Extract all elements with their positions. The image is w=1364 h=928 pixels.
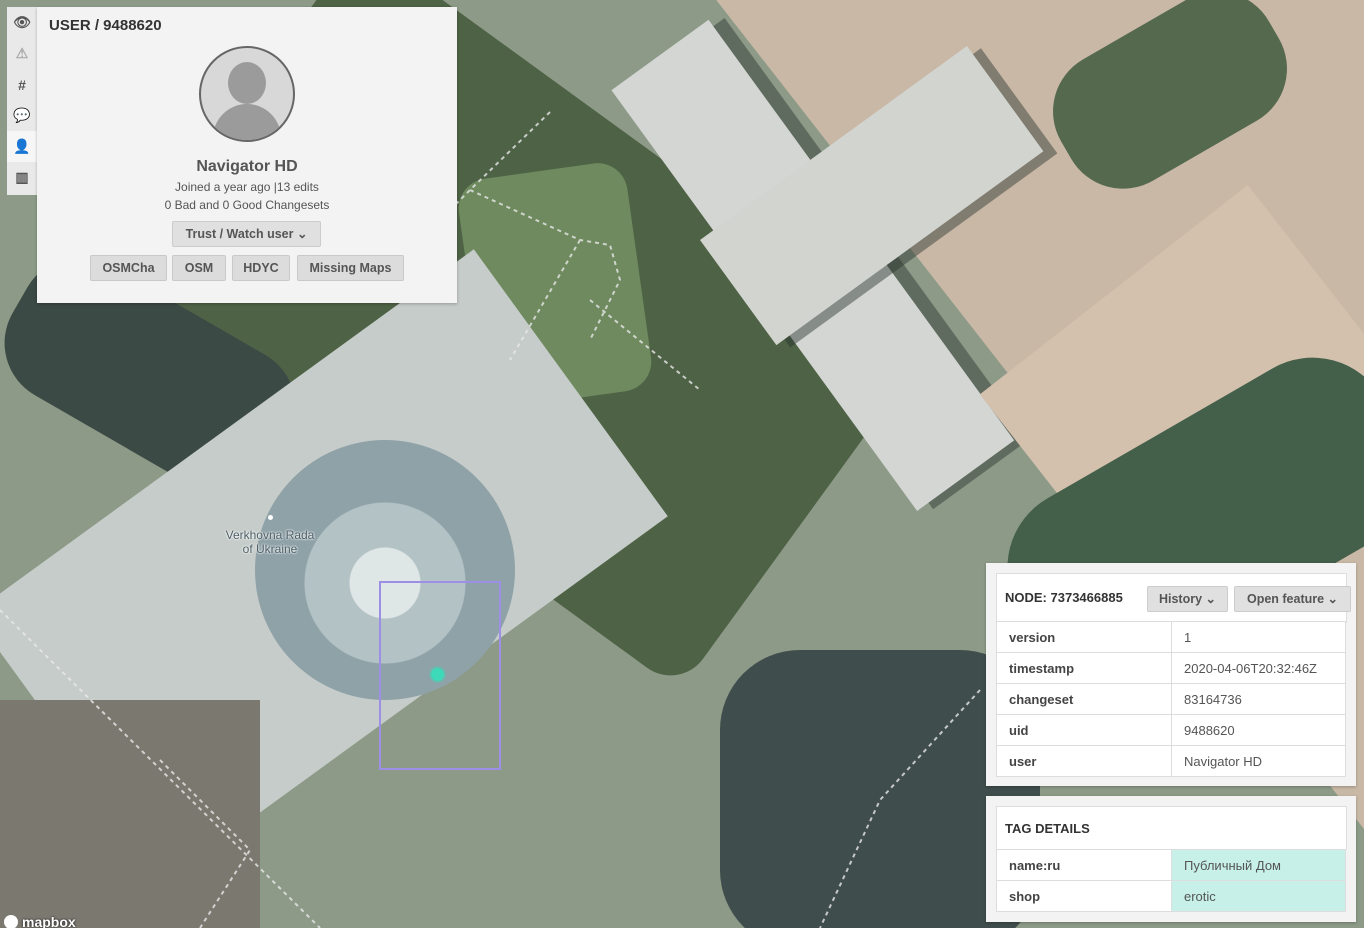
place-marker[interactable] [268, 515, 273, 520]
selected-node-marker[interactable] [431, 668, 444, 681]
tag-details-panel: TAG DETAILS name:ru Публичный Дом shop e… [986, 796, 1356, 922]
table-row: name:ru Публичный Дом [996, 849, 1346, 881]
table-row: shop erotic [996, 880, 1346, 912]
warning-icon[interactable]: ⚠ [7, 38, 37, 69]
user-icon[interactable]: 👤 [7, 131, 37, 162]
table-row: version 1 [996, 621, 1346, 653]
node-metadata-table: version 1 timestamp 2020-04-06T20:32:46Z… [996, 621, 1346, 777]
comment-icon[interactable]: 💬 [7, 100, 37, 131]
tag-details-title: TAG DETAILS [1005, 821, 1090, 836]
tag-value: erotic [1171, 880, 1346, 912]
node-header: NODE: 7373466885 History ⌄ Open feature … [996, 573, 1351, 623]
meta-key: changeset [996, 683, 1172, 715]
avatar [199, 46, 295, 142]
map-icon[interactable]: ▥ [7, 162, 37, 193]
meta-value: 9488620 [1171, 714, 1346, 746]
trust-watch-button[interactable]: Trust / Watch user ⌄ [172, 221, 321, 247]
tag-details-header: TAG DETAILS [996, 806, 1347, 850]
meta-key: version [996, 621, 1172, 653]
avatar-head [228, 62, 266, 104]
history-button[interactable]: History ⌄ [1147, 586, 1228, 612]
place-label: Verkhovna Rada of Ukraine [225, 528, 315, 556]
table-row: changeset 83164736 [996, 683, 1346, 715]
osm-link[interactable]: OSM [172, 255, 226, 281]
meta-key: user [996, 745, 1172, 777]
node-title: NODE: 7373466885 [1005, 590, 1123, 605]
node-panel: NODE: 7373466885 History ⌄ Open feature … [986, 563, 1356, 786]
panel-title: USER / 9488620 [49, 17, 162, 34]
tag-table: name:ru Публичный Дом shop erotic [996, 849, 1346, 912]
sidebar-rail: 👁 ⚠ # 💬 👤 ▥ [7, 7, 37, 195]
open-feature-button[interactable]: Open feature ⌄ [1234, 586, 1351, 612]
hash-icon[interactable]: # [7, 69, 37, 100]
tag-key: shop [996, 880, 1172, 912]
tag-key: name:ru [996, 849, 1172, 881]
eye-icon[interactable]: 👁 [7, 7, 37, 38]
user-panel: USER / 9488620 Navigator HD Joined a yea… [37, 7, 457, 303]
hdyc-link[interactable]: HDYC [232, 255, 290, 281]
table-row: user Navigator HD [996, 745, 1346, 777]
osmcha-link[interactable]: OSMCha [90, 255, 167, 281]
user-changesets: 0 Bad and 0 Good Changesets [164, 198, 330, 212]
meta-key: timestamp [996, 652, 1172, 684]
meta-value: 83164736 [1171, 683, 1346, 715]
user-name: Navigator HD [196, 158, 298, 175]
missing-maps-link[interactable]: Missing Maps [297, 255, 404, 281]
meta-value: 1 [1171, 621, 1346, 653]
mapbox-logo[interactable]: mapbox [4, 914, 76, 928]
table-row: timestamp 2020-04-06T20:32:46Z [996, 652, 1346, 684]
avatar-body [213, 104, 281, 140]
tag-value: Публичный Дом [1171, 849, 1346, 881]
meta-value: 2020-04-06T20:32:46Z [1171, 652, 1346, 684]
meta-key: uid [996, 714, 1172, 746]
meta-value: Navigator HD [1171, 745, 1346, 777]
user-joined: Joined a year ago |13 edits [175, 180, 319, 194]
table-row: uid 9488620 [996, 714, 1346, 746]
